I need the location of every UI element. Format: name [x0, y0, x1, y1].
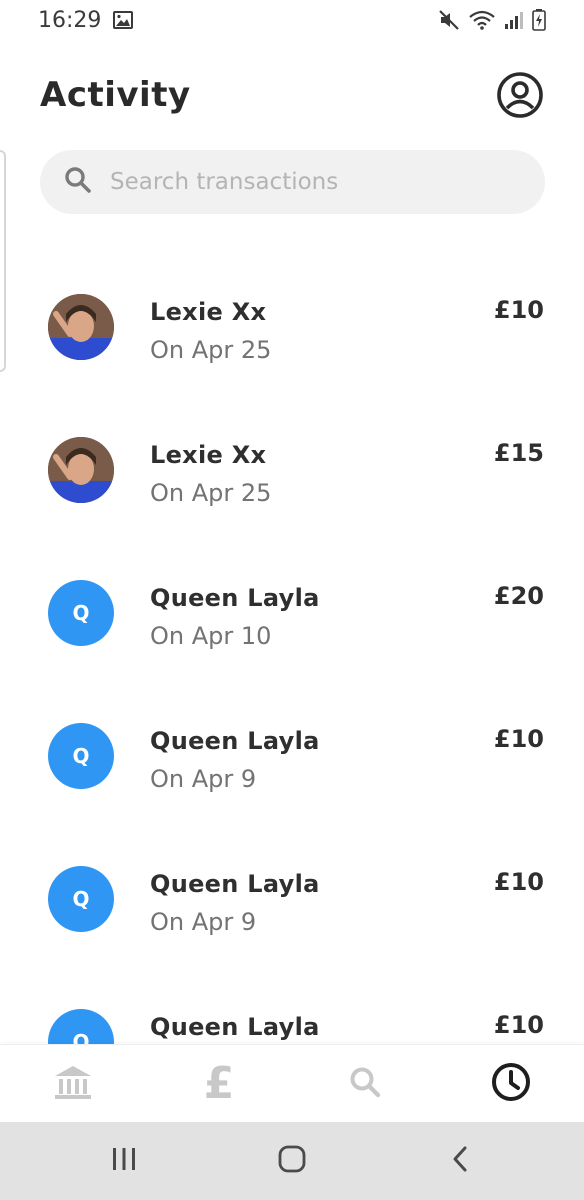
back-button[interactable] — [420, 1126, 500, 1196]
transaction-date: On Apr 25 — [150, 479, 272, 507]
battery-charging-icon — [532, 9, 546, 31]
status-right — [438, 9, 546, 31]
avatar — [48, 294, 114, 360]
transaction-name: Queen Layla — [150, 584, 320, 612]
mute-icon — [438, 9, 460, 31]
transaction-date: On Apr 9 — [150, 765, 257, 793]
transaction-name: Lexie Xx — [150, 441, 267, 469]
nav-activity[interactable] — [471, 1049, 551, 1119]
transaction-list: Lexie Xx On Apr 25 £10 Lexie Xx On Apr 2… — [0, 258, 584, 1044]
activity-clock-icon — [491, 1062, 531, 1106]
gallery-icon — [113, 11, 134, 29]
transaction-date: On Apr 9 — [150, 908, 257, 936]
header: Activity — [0, 62, 584, 128]
transaction-name: Lexie Xx — [150, 298, 267, 326]
home-button[interactable] — [252, 1126, 332, 1196]
back-icon — [450, 1145, 470, 1177]
nav-pay[interactable]: £ — [179, 1049, 259, 1119]
transaction-name: Queen Layla — [150, 1013, 320, 1041]
status-left: 16:29 — [38, 7, 134, 33]
transaction-amount: £10 — [493, 868, 544, 896]
transaction-name: Queen Layla — [150, 870, 320, 898]
recents-button[interactable] — [84, 1126, 164, 1196]
pound-icon: £ — [203, 1058, 235, 1109]
transaction-amount: £10 — [493, 296, 544, 324]
transaction-row[interactable]: Q Queen Layla On Apr 9 £10 — [0, 687, 584, 830]
search-icon — [64, 166, 92, 198]
system-nav-bar — [0, 1122, 584, 1200]
transaction-amount: £10 — [493, 725, 544, 753]
nav-banking[interactable] — [33, 1049, 113, 1119]
transaction-amount: £20 — [493, 582, 544, 610]
status-time: 16:29 — [38, 7, 102, 33]
transaction-row[interactable]: Q Queen Layla £10 — [0, 973, 584, 1044]
nav-discover[interactable] — [325, 1049, 405, 1119]
transaction-row[interactable]: Lexie Xx On Apr 25 £15 — [0, 401, 584, 544]
avatar: Q — [48, 723, 114, 789]
transaction-row[interactable]: Lexie Xx On Apr 25 £10 — [0, 258, 584, 401]
avatar: Q — [48, 866, 114, 932]
avatar — [48, 437, 114, 503]
bank-icon — [53, 1064, 93, 1104]
search-bar[interactable] — [40, 150, 545, 214]
transaction-date: On Apr 25 — [150, 336, 272, 364]
home-icon — [278, 1145, 306, 1177]
transaction-name: Queen Layla — [150, 727, 320, 755]
page-title: Activity — [40, 75, 191, 115]
transaction-date: On Apr 10 — [150, 622, 272, 650]
status-bar: 16:29 — [0, 0, 584, 40]
search-icon — [348, 1065, 382, 1103]
avatar: Q — [48, 580, 114, 646]
signal-icon — [504, 10, 524, 30]
bottom-nav: £ — [0, 1044, 584, 1123]
recents-icon — [111, 1146, 137, 1176]
search-input[interactable] — [108, 168, 512, 196]
transaction-row[interactable]: Q Queen Layla On Apr 9 £10 — [0, 830, 584, 973]
profile-button[interactable] — [496, 71, 544, 119]
transaction-amount: £15 — [493, 439, 544, 467]
transaction-amount: £10 — [493, 1011, 544, 1039]
avatar: Q — [48, 1009, 114, 1044]
transaction-row[interactable]: Q Queen Layla On Apr 10 £20 — [0, 544, 584, 687]
profile-icon — [496, 72, 544, 123]
wifi-icon — [468, 9, 496, 31]
